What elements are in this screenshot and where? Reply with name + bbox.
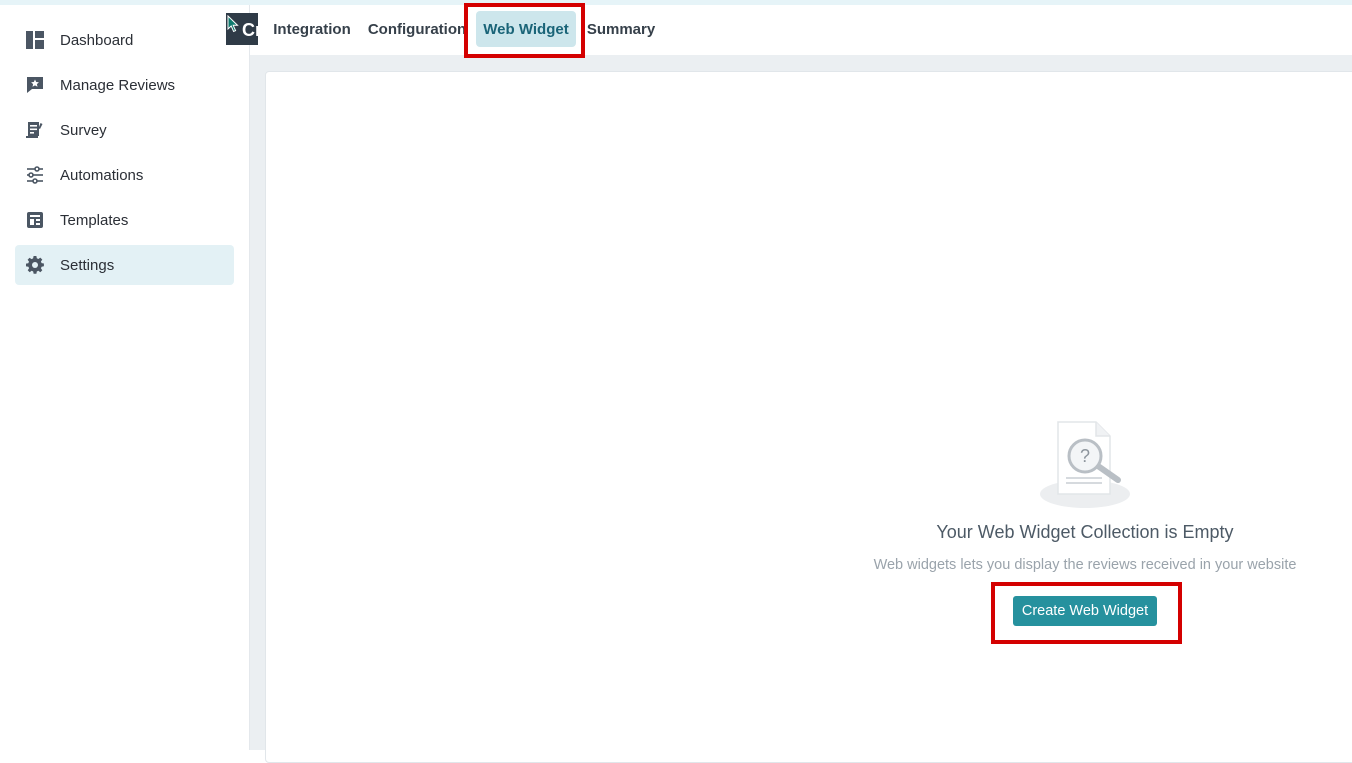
sidebar: Dashboard Manage Reviews Survey Automati…: [0, 5, 250, 750]
sidebar-item-dashboard[interactable]: Dashboard: [15, 20, 234, 60]
survey-icon: [25, 120, 45, 140]
template-icon: [25, 210, 45, 230]
empty-state-description: Web widgets lets you display the reviews…: [873, 557, 1297, 573]
sidebar-item-label: Manage Reviews: [60, 76, 176, 94]
mouse-cursor-icon: [227, 15, 239, 33]
settings-tab-bar: Integration Configuration Web Widget Sum…: [250, 5, 1352, 55]
svg-text:?: ?: [1080, 446, 1090, 466]
document-search-icon: ?: [1040, 421, 1130, 508]
sidebar-item-survey[interactable]: Survey: [15, 110, 234, 150]
dashboard-icon: [25, 30, 45, 50]
review-chat-icon: [25, 75, 45, 95]
tab-label: Configuration: [367, 20, 467, 38]
sidebar-item-label: Templates: [60, 211, 129, 229]
sidebar-item-templates[interactable]: Templates: [15, 200, 234, 240]
web-widget-panel: [265, 71, 1352, 763]
overlay-tab-label: Cr: [242, 20, 258, 40]
sidebar-item-label: Dashboard: [60, 31, 134, 49]
tab-label: Summary: [586, 20, 656, 38]
sidebar-item-manage-reviews[interactable]: Manage Reviews: [15, 65, 234, 105]
tab-configuration[interactable]: Configuration: [368, 11, 466, 47]
sidebar-item-automations[interactable]: Automations: [15, 155, 234, 195]
tab-web-widget[interactable]: Web Widget: [476, 11, 576, 47]
tab-summary[interactable]: Summary: [586, 11, 656, 47]
create-web-widget-button[interactable]: Create Web Widget: [1013, 596, 1157, 626]
sidebar-item-label: Survey: [60, 121, 107, 139]
tab-integration[interactable]: Integration: [270, 11, 354, 47]
sliders-icon: [25, 165, 45, 185]
tab-label: Integration: [273, 20, 351, 38]
sidebar-item-label: Automations: [60, 166, 144, 184]
tab-label: Web Widget: [483, 20, 569, 38]
create-web-widget-label: Create Web Widget: [1021, 603, 1149, 619]
sidebar-item-settings[interactable]: Settings: [15, 245, 234, 285]
gear-icon: [25, 255, 45, 275]
empty-state-title: Your Web Widget Collection is Empty: [936, 522, 1234, 542]
sidebar-item-label: Settings: [60, 256, 115, 274]
